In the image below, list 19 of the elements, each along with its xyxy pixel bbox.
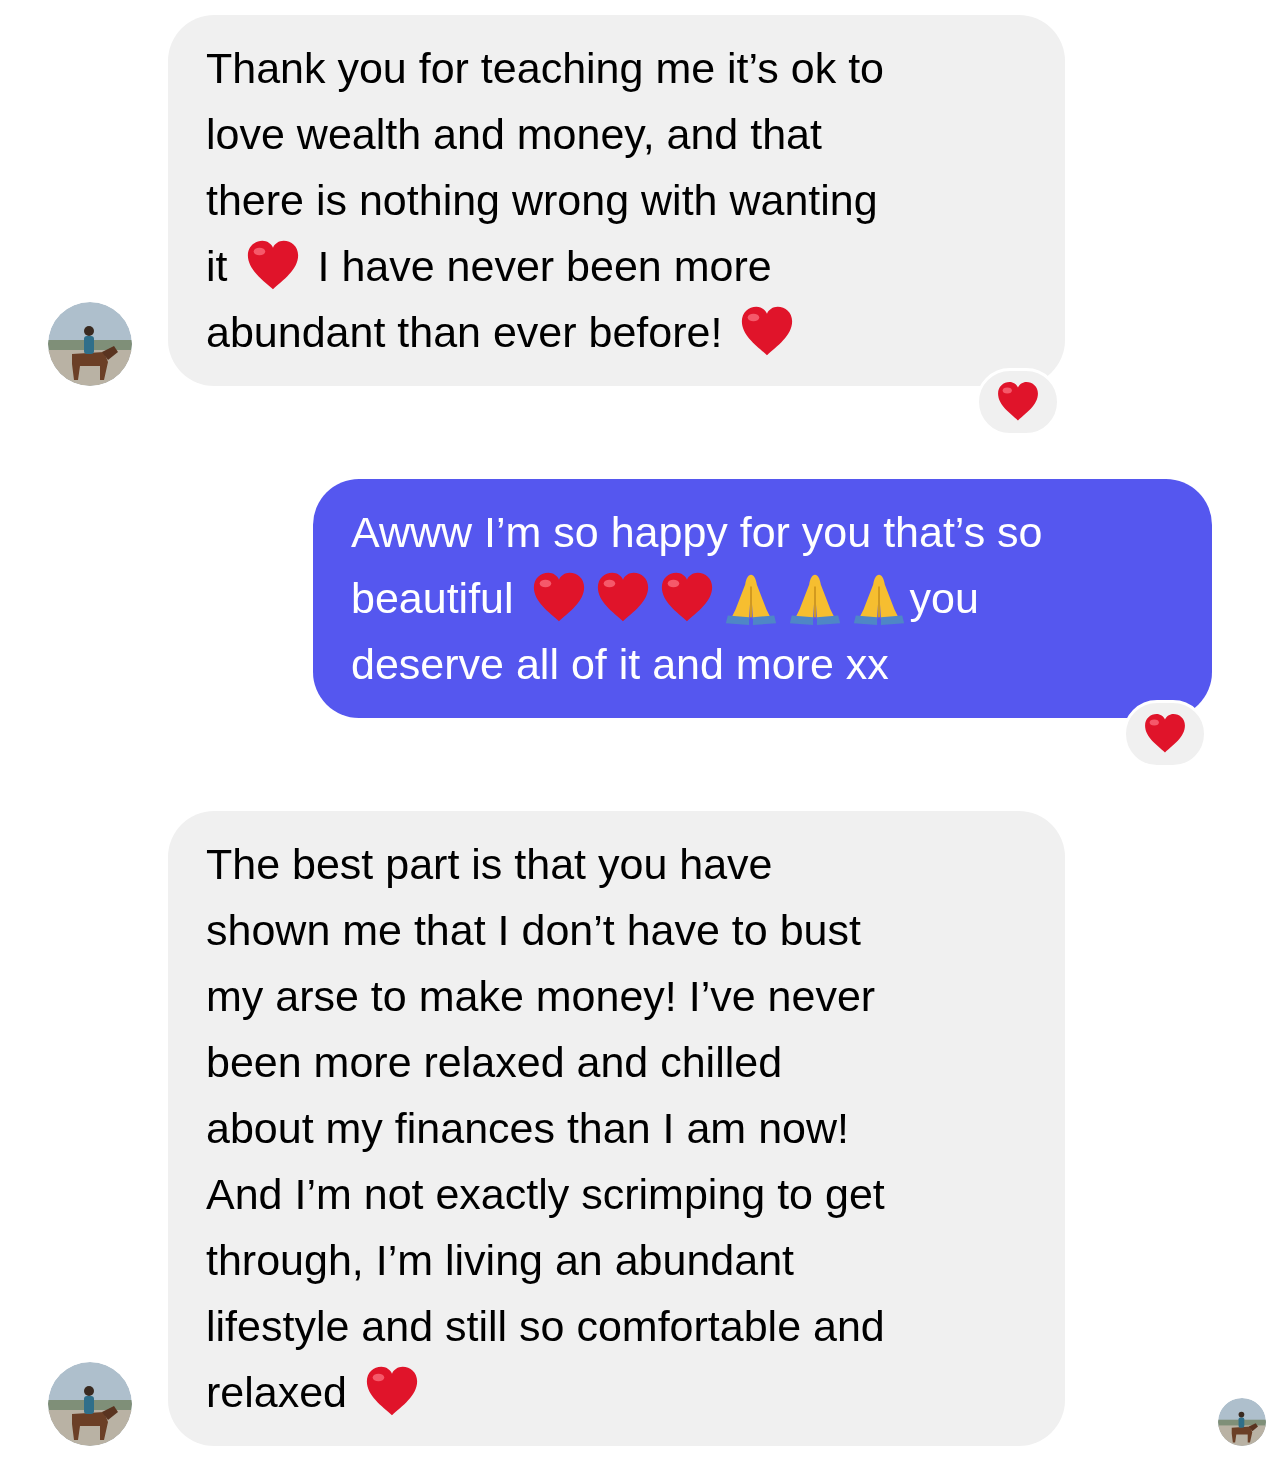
message-text: my arse to make money! I’ve never — [206, 971, 876, 1022]
message-text: about my finances than I am now! — [206, 1103, 849, 1154]
message-text: beautiful — [351, 573, 514, 624]
message-text: Thank you for teaching me it’s ok to — [206, 43, 884, 94]
message-text: And I’m not exactly scrimping to get — [206, 1169, 885, 1220]
message-text: abundant than ever before! — [206, 307, 723, 358]
message-text: The best part is that you have — [206, 839, 773, 890]
message-text: been more relaxed and chilled — [206, 1037, 783, 1088]
message-text: shown me that I don’t have to bust — [206, 905, 861, 956]
message-text: deserve all of it and more xx — [351, 639, 889, 690]
message-text: love wealth and money, and that — [206, 109, 822, 160]
message-text: it — [206, 241, 228, 292]
message-text: Awww I’m so happy for you that’s so — [351, 507, 1043, 558]
message-text: relaxed — [206, 1367, 348, 1418]
message-text: lifestyle and still so comfortable and — [206, 1301, 885, 1352]
message-text: I have never been more — [317, 241, 772, 292]
message-text: through, I’m living an abundant — [206, 1235, 795, 1286]
message-text: you — [909, 573, 979, 624]
message-text: there is nothing wrong with wanting — [206, 175, 878, 226]
